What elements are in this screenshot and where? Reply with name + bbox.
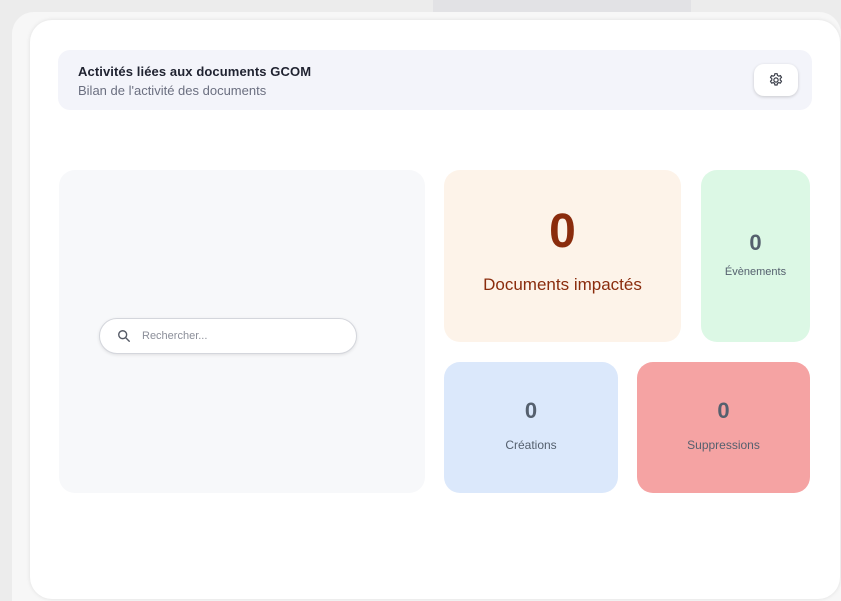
stat-card-events[interactable]: 0 Évènements: [701, 170, 810, 342]
stat-documents-label: Documents impactés: [483, 275, 642, 294]
stat-deletions-label: Suppressions: [687, 438, 760, 452]
page-title: Activités liées aux documents GCOM: [78, 64, 312, 79]
stat-card-documents[interactable]: 0 Documents impactés: [444, 170, 681, 342]
settings-button[interactable]: [754, 64, 798, 96]
search-box[interactable]: [99, 318, 357, 354]
search-input[interactable]: [142, 324, 342, 348]
stat-creations-value: 0: [524, 398, 538, 423]
page-subtitle: Bilan de l'activité des documents: [78, 83, 267, 98]
stat-creations-label: Créations: [505, 438, 557, 452]
top-strip: [433, 0, 691, 12]
stat-card-creations[interactable]: 0 Créations: [444, 362, 618, 493]
stat-deletions-value: 0: [717, 398, 730, 423]
stat-events-value: 0: [749, 230, 762, 255]
stat-card-deletions[interactable]: 0 Suppressions: [637, 362, 810, 493]
gear-icon: [769, 73, 783, 86]
search-panel: [59, 170, 425, 493]
dashboard-card: Activités liées aux documents GCOM Bilan…: [30, 20, 840, 599]
stat-documents-value: 0: [549, 205, 576, 258]
card-header: Activités liées aux documents GCOM Bilan…: [58, 50, 812, 110]
stat-events-label: Évènements: [724, 266, 787, 278]
search-icon: [118, 330, 130, 342]
